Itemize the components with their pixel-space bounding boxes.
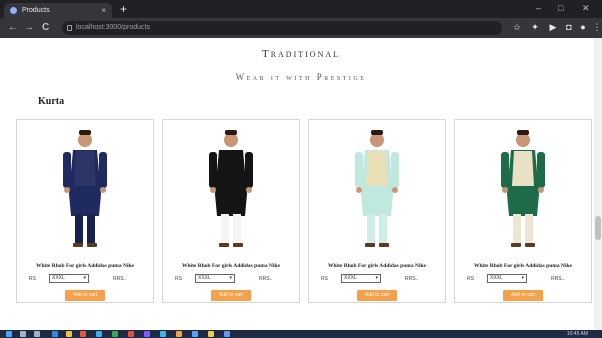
chrome-icon[interactable] [112, 331, 118, 337]
scrollbar-thumb[interactable] [595, 216, 601, 240]
chevron-down-icon: ▾ [83, 275, 86, 281]
favicon-icon [10, 7, 17, 14]
app-icon[interactable] [224, 331, 230, 337]
folder-icon[interactable] [66, 331, 72, 337]
star-icon[interactable]: ☆ [512, 22, 522, 33]
app-icon[interactable] [208, 331, 214, 337]
add-to-cart-button[interactable]: Add to cart [65, 290, 105, 301]
menu-icon[interactable]: ⋮ [592, 22, 602, 33]
page-title: Traditional [261, 48, 341, 60]
new-tab-button[interactable]: + [120, 1, 127, 17]
start-icon[interactable] [6, 331, 12, 337]
price-label: RS [29, 276, 36, 282]
product-name: White Rhob For girls Addidas puma Nike [35, 263, 134, 269]
address-bar[interactable]: localhost:3000/products [62, 21, 502, 35]
product-image[interactable] [309, 124, 445, 252]
profile-icon[interactable]: ● [578, 22, 588, 33]
window-close-button[interactable]: ✕ [582, 2, 590, 14]
product-card[interactable]: White Rhob For girls Addidas puma Nike R… [308, 119, 446, 303]
app-icon[interactable] [144, 331, 150, 337]
page-content: Traditional Wear it with Prestige Kurta … [0, 38, 602, 330]
lock-icon [67, 25, 72, 31]
app-icon[interactable] [176, 331, 182, 337]
page-scrollbar[interactable] [594, 38, 602, 330]
product-card[interactable]: White Rhob For girls Addidas puma Nike R… [454, 119, 592, 303]
product-image[interactable] [455, 124, 591, 252]
price-label: RS [175, 276, 182, 282]
add-to-cart-button[interactable]: Add to cart [357, 290, 397, 301]
size-value: XXXL [198, 275, 211, 281]
back-button[interactable]: ← [8, 21, 18, 35]
task-view-icon[interactable] [34, 331, 40, 337]
size-value: XXXL [490, 275, 503, 281]
taskbar: 10:45 AM [0, 330, 602, 338]
edge-icon[interactable] [52, 331, 58, 337]
app-icon[interactable] [160, 331, 166, 337]
product-card[interactable]: White Rhob For girls Addidas puma Nike R… [16, 119, 154, 303]
reload-button[interactable]: C [42, 21, 49, 35]
chevron-down-icon: ▾ [229, 275, 232, 281]
forward-button[interactable]: → [24, 21, 34, 35]
shield-icon[interactable]: ◘ [564, 22, 574, 33]
page-subtitle: Wear it with Prestige [235, 72, 367, 82]
browser-tab-bar: Products × + – □ ✕ [0, 0, 602, 18]
size-select[interactable]: XXXL ▾ [341, 274, 381, 283]
vscode-icon[interactable] [96, 331, 102, 337]
product-image[interactable] [163, 124, 299, 252]
size-select[interactable]: XXXL ▾ [195, 274, 235, 283]
app-icon[interactable] [192, 331, 198, 337]
size-value: XXXL [52, 275, 65, 281]
mrp-label: RRS.. [259, 276, 273, 282]
app-icon[interactable] [128, 331, 134, 337]
size-value: XXXL [344, 275, 357, 281]
product-name: White Rhob For girls Addidas puma Nike [181, 263, 280, 269]
add-to-cart-button[interactable]: Add to cart [211, 290, 251, 301]
address-text: localhost:3000/products [76, 24, 150, 31]
maximize-button[interactable]: □ [558, 2, 563, 14]
play-icon[interactable]: ▶ [548, 22, 558, 33]
minimize-button[interactable]: – [536, 2, 541, 14]
tab-title: Products [22, 7, 50, 14]
price-label: RS [321, 276, 328, 282]
add-to-cart-button[interactable]: Add to cart [503, 290, 543, 301]
mrp-label: RRS.. [113, 276, 127, 282]
section-heading: Kurta [38, 96, 65, 107]
tab-close-icon[interactable]: × [101, 3, 106, 18]
size-select[interactable]: XXXL ▾ [49, 274, 89, 283]
mrp-label: RRS.. [551, 276, 565, 282]
chevron-down-icon: ▾ [521, 275, 524, 281]
taskbar-clock: 10:45 AM [566, 331, 588, 337]
chevron-down-icon: ▾ [375, 275, 378, 281]
product-name: White Rhob For girls Addidas puma Nike [327, 263, 426, 269]
search-icon[interactable] [20, 331, 26, 337]
product-card[interactable]: White Rhob For girls Addidas puma Nike R… [162, 119, 300, 303]
office-icon[interactable] [80, 331, 86, 337]
browser-tab[interactable]: Products × [4, 3, 112, 18]
product-name: White Rhob For girls Addidas puma Nike [473, 263, 572, 269]
price-label: RS [467, 276, 474, 282]
extension-icon[interactable]: ✦ [530, 22, 540, 33]
product-image[interactable] [17, 124, 153, 252]
mrp-label: RRS.. [405, 276, 419, 282]
size-select[interactable]: XXXL ▾ [487, 274, 527, 283]
browser-toolbar: ← → C localhost:3000/products ☆ ✦ ▶ ◘ ● … [0, 18, 602, 38]
